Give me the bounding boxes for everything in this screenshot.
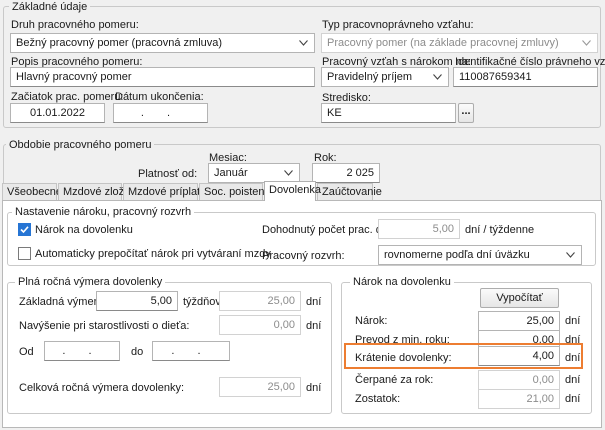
- zaciatok-label: Začiatok prac. pomeru:: [11, 91, 124, 103]
- kratenie-label: Krátenie dovolenky:: [355, 352, 452, 364]
- dohodnuty-input[interactable]: 5,00: [378, 219, 460, 239]
- nastavenie-legend: Nastavenie nároku, pracovný rozvrh: [12, 206, 195, 218]
- rozvrh-value: rovnomerne podľa dní úväzku: [384, 249, 530, 261]
- narok-label: Nárok:: [355, 315, 388, 327]
- platnost-label: Platnosť od:: [138, 168, 198, 180]
- typ-label: Typ pracovnoprávneho vzťahu:: [322, 19, 474, 31]
- chevron-down-icon[interactable]: [430, 69, 444, 85]
- rozvrh-select[interactable]: rovnomerne podľa dní úväzku: [378, 245, 582, 265]
- zakladna-weeks-input[interactable]: 5,00: [96, 291, 178, 311]
- kratenie-input[interactable]: 4,00: [478, 346, 560, 366]
- narok-checkbox-label[interactable]: Nárok na dovolenku: [35, 224, 133, 236]
- kratenie-unit: dní: [565, 352, 581, 364]
- stredisko-browse-button[interactable]: ...: [458, 103, 474, 123]
- identifikacne-input[interactable]: 110087659341: [453, 67, 598, 87]
- popis-input[interactable]: Hlavný pracovný pomer: [10, 67, 315, 87]
- pracovny-vztah-select[interactable]: Pravidelný príjem: [321, 67, 449, 87]
- druh-select[interactable]: Bežný pracovný pomer (pracovná zmluva): [10, 33, 315, 53]
- rok-input[interactable]: 2 025: [312, 163, 380, 183]
- navysenie-label: Navýšenie pri starostlivosti o dieťa:: [19, 320, 190, 332]
- zakladna-weeks-unit: týždňov: [183, 296, 221, 308]
- typ-value: Pracovný pomer (na základe pracovnej zml…: [327, 37, 559, 49]
- od-label: Od: [19, 346, 34, 358]
- stredisko-input[interactable]: KE: [321, 103, 456, 123]
- celkova-input[interactable]: 25,00: [219, 377, 301, 397]
- do-label: do: [131, 346, 144, 358]
- do-date-input[interactable]: . .: [152, 341, 230, 361]
- dohodnuty-label: Dohodnutý počet prac. dní:: [262, 224, 395, 236]
- celkova-label: Celková ročná výmera dovolenky:: [19, 382, 185, 394]
- cerpane-label: Čerpané za rok:: [355, 374, 434, 386]
- mesiac-select[interactable]: Január: [208, 163, 300, 183]
- celkova-unit: dní: [306, 382, 322, 394]
- zaciatok-input[interactable]: 01.01.2022: [10, 103, 105, 123]
- auto-prepocet-checkbox[interactable]: [18, 247, 31, 260]
- datum-ukoncenia-label: Dátum ukončenia:: [115, 91, 204, 103]
- typ-select[interactable]: Pracovný pomer (na základe pracovnej zml…: [321, 33, 598, 53]
- tab-soc-poistenie[interactable]: Soc. poistenie: [199, 183, 273, 200]
- zakladna-label: Základná výmera:: [19, 296, 107, 308]
- navysenie-unit: dní: [306, 320, 322, 332]
- chevron-down-icon[interactable]: [563, 247, 577, 263]
- pracovny-vztah-value: Pravidelný príjem: [327, 71, 412, 83]
- zostatok-unit: dní: [565, 393, 581, 405]
- cerpane-unit: dní: [565, 374, 581, 386]
- checkmark-icon: [20, 226, 29, 234]
- narok-legend: Nárok na dovolenku: [350, 276, 454, 288]
- dohodnuty-unit: dní / týždenne: [465, 224, 535, 236]
- chevron-down-icon[interactable]: [579, 35, 593, 51]
- obdobie-legend: Obdobie pracovného pomeru: [6, 139, 155, 151]
- cerpane-input[interactable]: 0,00: [478, 370, 560, 390]
- zakladne-udaje-legend: Základné údaje: [9, 1, 91, 13]
- auto-prepocet-label[interactable]: Automaticky prepočítať nárok pri vytvára…: [35, 248, 271, 260]
- zostatok-input[interactable]: 21,00: [478, 389, 560, 409]
- od-date-input[interactable]: . .: [44, 341, 120, 361]
- vypocitat-button[interactable]: Vypočítať: [480, 288, 559, 308]
- chevron-down-icon[interactable]: [296, 35, 310, 51]
- zakladna-days-unit: dní: [306, 296, 322, 308]
- zakladna-days-input[interactable]: 25,00: [219, 291, 301, 311]
- druh-label: Druh pracovného pomeru:: [11, 19, 139, 31]
- narok-checkbox[interactable]: [18, 223, 31, 236]
- tab-mzdove-priplatky[interactable]: Mzdové príplatky: [123, 183, 211, 200]
- plna-vymera-legend: Plná ročná výmera dovolenky: [15, 276, 166, 288]
- narok-input[interactable]: 25,00: [478, 311, 560, 331]
- chevron-down-icon[interactable]: [281, 165, 295, 181]
- navysenie-input[interactable]: 0,00: [219, 315, 301, 335]
- datum-ukoncenia-input[interactable]: . .: [113, 103, 208, 123]
- druh-value: Bežný pracovný pomer (pracovná zmluva): [16, 37, 223, 49]
- zostatok-label: Zostatok:: [355, 393, 401, 405]
- narok-unit: dní: [565, 315, 581, 327]
- mesiac-value: Január: [214, 167, 248, 179]
- tab-zauctovanie[interactable]: Zaúčtovanie: [317, 183, 382, 200]
- tab-dovolenka[interactable]: Dovolenka: [264, 181, 321, 201]
- rozvrh-label: Pracovný rozvrh:: [262, 250, 345, 262]
- tab-mzdove-zlozky[interactable]: Mzdové zložky: [58, 183, 135, 200]
- tab-vseobecne[interactable]: Všeobecné: [2, 183, 62, 200]
